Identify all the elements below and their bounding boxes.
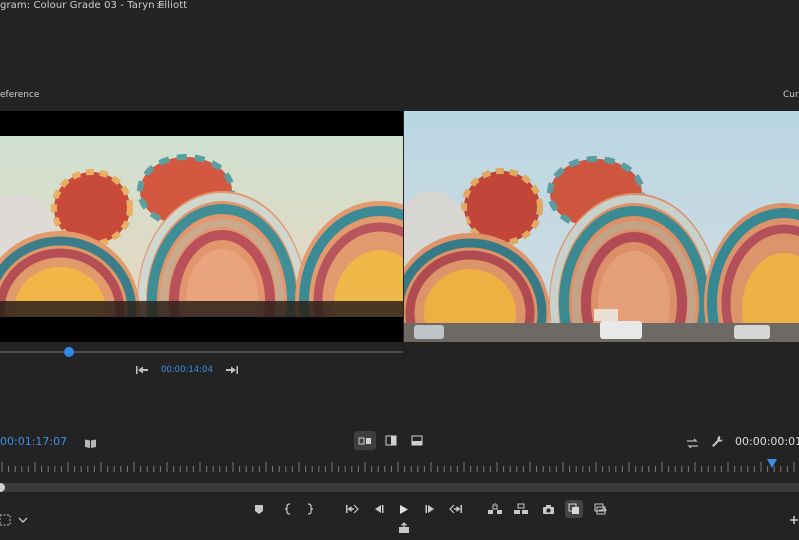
reference-video-frame[interactable] [0,111,403,342]
mark-out-icon[interactable] [301,500,319,518]
duration-timecode[interactable]: 00:00:00:01 [735,435,799,448]
current-video-frame[interactable] [404,111,799,342]
current-label: Curr [783,90,799,100]
step-forward-icon[interactable] [421,500,439,518]
safe-margins-icon[interactable] [0,511,14,529]
button-editor-icon[interactable] [591,500,609,518]
transport-controls [0,497,799,537]
panel-header: gram: Colour Grade 03 - Taryn Elliott ≡ [0,0,799,14]
export-icon[interactable] [395,519,413,537]
play-icon[interactable] [395,500,413,518]
extract-icon[interactable] [512,500,530,518]
add-marker-icon[interactable] [250,500,268,518]
reference-scrub-handle[interactable] [63,347,74,357]
wrench-icon[interactable] [711,433,724,452]
reference-label: eference [0,90,40,100]
go-to-in-icon[interactable] [135,365,149,375]
go-to-out-icon[interactable] [447,500,465,518]
vertical-split-icon[interactable] [380,431,402,450]
side-by-side-icon[interactable] [354,431,376,450]
time-ruler[interactable] [0,458,799,474]
reference-timecode[interactable]: 00:00:14:04 [161,365,213,375]
go-to-out-icon[interactable] [225,365,239,375]
zoom-scroll-bar[interactable] [0,483,799,492]
reference-controls: 00:00:14:04 [135,362,239,378]
mark-in-icon[interactable] [279,500,297,518]
horizontal-split-icon[interactable] [406,431,428,450]
comparison-view-icon[interactable] [565,500,583,518]
add-icon[interactable] [785,511,799,529]
export-frame-icon[interactable] [539,500,557,518]
playhead-timecode[interactable]: 00:01:17:07 [0,435,67,448]
chevron-down-icon[interactable] [14,511,32,529]
step-back-icon[interactable] [369,500,387,518]
hamburger-icon[interactable]: ≡ [156,0,165,12]
go-to-in-icon[interactable] [343,500,361,518]
playhead-marker[interactable] [767,459,777,468]
comparison-mode-buttons [354,431,428,450]
comparison-view-book-icon[interactable] [84,434,97,453]
reference-scrub-track[interactable] [0,351,403,353]
swap-sides-icon[interactable] [686,434,699,453]
lift-icon[interactable] [486,500,504,518]
